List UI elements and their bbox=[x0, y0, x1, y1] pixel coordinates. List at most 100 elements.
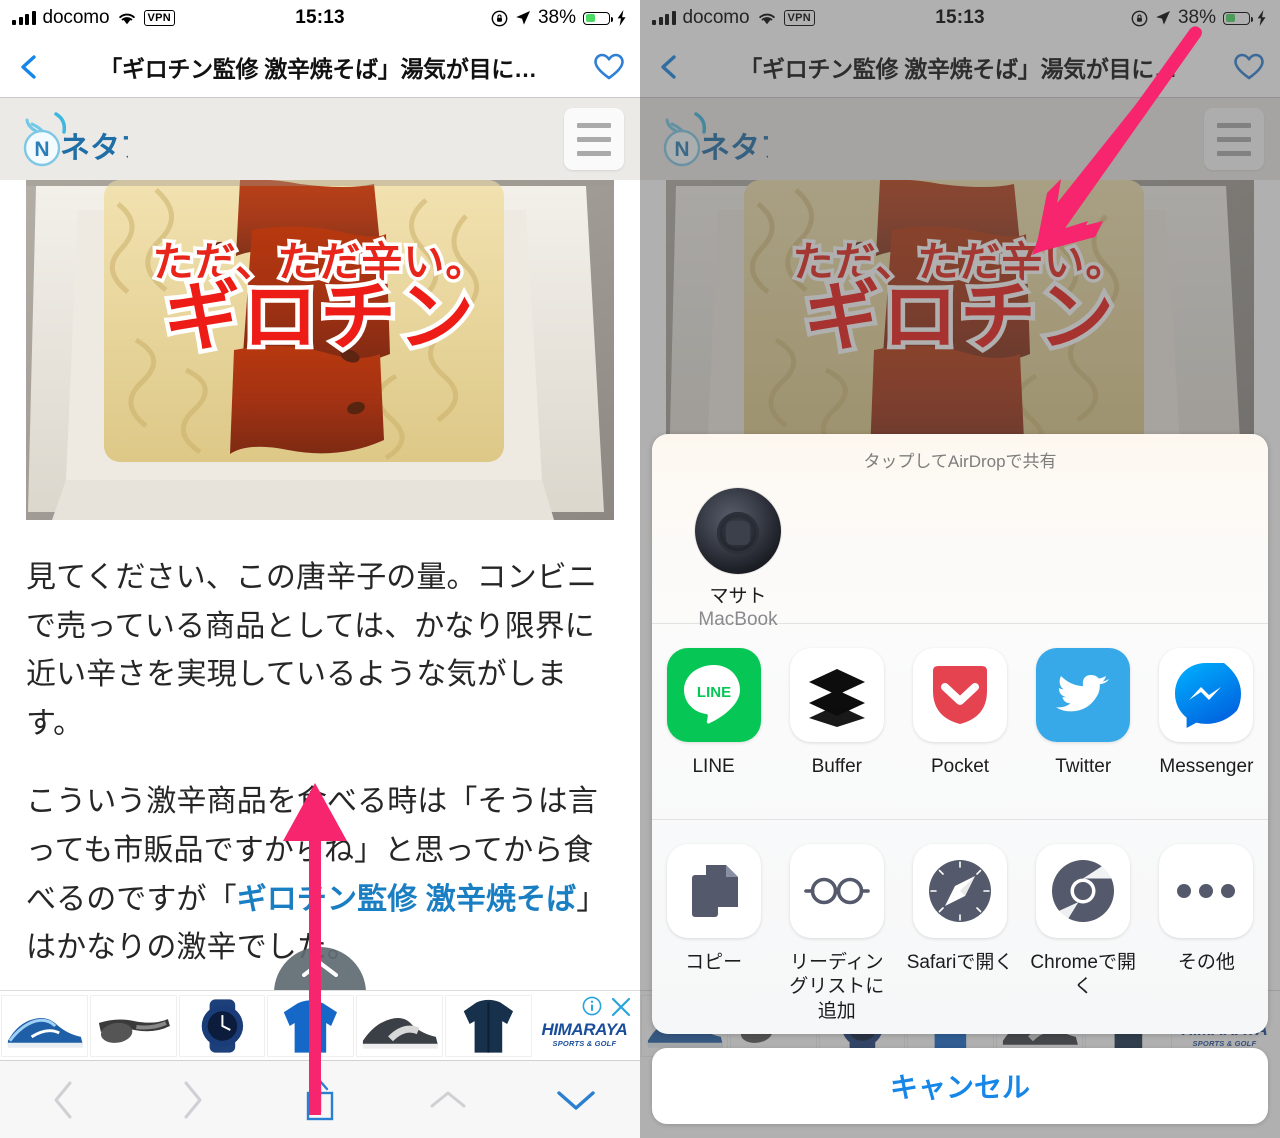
browser-toolbar bbox=[0, 1060, 640, 1138]
ad-product-thumb[interactable] bbox=[89, 994, 177, 1057]
toolbar-back-button[interactable] bbox=[0, 1061, 128, 1138]
screenshot-stage: docomo VPN 15:13 38% 「ギロチン監修 激辛焼そば」湯気が目に… bbox=[0, 0, 1280, 1138]
airdrop-device-model: MacBook bbox=[698, 609, 778, 630]
share-app-label: Messenger bbox=[1159, 756, 1254, 777]
share-sheet: タップしてAirDropで共有 マサト MacBook LINE LINE Bu… bbox=[652, 434, 1268, 1034]
airdrop-section: マサト MacBook bbox=[652, 474, 1268, 630]
carrier-label: docomo bbox=[42, 7, 110, 28]
share-app-pocket[interactable]: Pocket bbox=[898, 648, 1021, 779]
airdrop-title: タップしてAirDropで共有 bbox=[863, 452, 1057, 471]
back-chevron-icon bbox=[54, 1081, 72, 1118]
netafull-logo-icon: N ネタフル bbox=[23, 112, 128, 167]
share-action-copy[interactable]: コピー bbox=[652, 844, 775, 975]
cancel-button[interactable]: キャンセル bbox=[652, 1048, 1268, 1124]
copy-glyph bbox=[691, 865, 738, 917]
left-phone-screen: docomo VPN 15:13 38% 「ギロチン監修 激辛焼そば」湯気が目に… bbox=[0, 0, 640, 1138]
ad-brand-tagline: SPORTS & GOLF bbox=[552, 1038, 617, 1048]
hero-caption-main: ギロチン bbox=[160, 273, 479, 362]
safari-icon bbox=[913, 844, 1007, 938]
ad-product-thumb[interactable] bbox=[1, 994, 88, 1057]
share-app-twitter[interactable]: Twitter bbox=[1022, 648, 1145, 779]
share-action-label: コピー bbox=[685, 952, 743, 973]
ad-product-thumb[interactable] bbox=[178, 994, 266, 1057]
vpn-badge: VPN bbox=[143, 10, 176, 26]
location-arrow-icon bbox=[516, 11, 530, 25]
menu-line bbox=[577, 136, 611, 142]
ad-product-thumb[interactable] bbox=[267, 994, 355, 1057]
article-hero-image: ただ、ただ辛い。 ギロチン bbox=[26, 180, 614, 520]
share-app-label: Buffer bbox=[811, 756, 862, 777]
chrome-glyph bbox=[1052, 860, 1115, 922]
copy-icon bbox=[666, 844, 761, 938]
page-title: 「ギロチン監修 激辛焼そば」湯気が目に… bbox=[99, 55, 537, 82]
signal-bars-icon bbox=[12, 10, 36, 25]
more-dots-glyph bbox=[1177, 884, 1236, 898]
back-chevron-icon[interactable] bbox=[16, 54, 42, 80]
pocket-glyph bbox=[933, 666, 987, 724]
heart-icon[interactable] bbox=[594, 52, 624, 82]
toolbar-forward-button[interactable] bbox=[128, 1061, 256, 1138]
charging-bolt-icon bbox=[617, 10, 626, 26]
line-icon: LINE bbox=[666, 648, 761, 742]
messenger-icon bbox=[1159, 648, 1254, 742]
airdrop-device-avatar bbox=[695, 488, 781, 574]
share-icon bbox=[306, 1079, 334, 1120]
svg-text:ネタフル: ネタフル bbox=[60, 132, 128, 165]
status-bar-right: 38% bbox=[491, 7, 626, 29]
glasses-icon bbox=[789, 844, 884, 938]
menu-line bbox=[577, 122, 611, 128]
ad-brand[interactable]: HIMARAYA SPORTS & GOLF bbox=[532, 991, 640, 1060]
share-app-label: Pocket bbox=[930, 756, 990, 777]
ad-banner[interactable]: HIMARAYA SPORTS & GOLF bbox=[0, 990, 640, 1060]
airdrop-device[interactable]: マサト MacBook bbox=[686, 488, 790, 631]
share-app-messenger[interactable]: Messenger bbox=[1145, 648, 1268, 779]
menu-line bbox=[577, 150, 611, 156]
svg-text:LINE: LINE bbox=[697, 684, 731, 701]
battery-icon bbox=[583, 11, 613, 25]
battery-percent-label: 38% bbox=[537, 7, 576, 28]
share-apps-row: LINE LINE Buffer Pocket Twitter Messenge… bbox=[652, 624, 1268, 820]
rotation-lock-icon bbox=[491, 10, 508, 26]
right-phone-screen: docomo VPN 15:13 38% 「ギロチン監修 激辛焼そば」湯気が目に… bbox=[640, 0, 1280, 1138]
share-actions-row: コピー リーディングリストに追加 Safariで開く Chromeで開く その他 bbox=[652, 820, 1268, 1022]
article-paragraph-1: 見てください、この唐辛子の量。コンビニで売っている商品としては、かなり限界に近い… bbox=[26, 561, 597, 740]
messenger-glyph bbox=[1175, 663, 1242, 728]
pocket-icon bbox=[913, 648, 1007, 742]
ad-brand-name: HIMARAYA bbox=[541, 1019, 628, 1039]
safari-glyph bbox=[929, 860, 991, 922]
ad-info-icon[interactable] bbox=[582, 996, 602, 1016]
ad-close-icon[interactable] bbox=[610, 996, 632, 1018]
buffer-glyph bbox=[808, 669, 865, 727]
ad-product-thumb[interactable] bbox=[444, 994, 532, 1057]
article-inline-link[interactable]: ギロチン監修 激辛焼そば bbox=[237, 883, 577, 916]
share-action-more[interactable]: その他 bbox=[1145, 844, 1268, 975]
share-app-buffer[interactable]: Buffer bbox=[775, 648, 898, 779]
site-logo[interactable]: N ネタフル bbox=[16, 108, 128, 170]
chevron-up-icon bbox=[430, 1091, 466, 1107]
sneaker-grey-icon bbox=[363, 1017, 439, 1049]
toolbar-tabs-button[interactable] bbox=[512, 1061, 640, 1138]
share-app-label: Twitter bbox=[1055, 756, 1112, 777]
toolbar-bookmarks-button[interactable] bbox=[384, 1061, 512, 1138]
chrome-icon bbox=[1036, 844, 1131, 938]
buffer-icon bbox=[789, 648, 884, 742]
chevron-down-icon bbox=[557, 1090, 595, 1110]
share-action-label: リーディングリストに追加 bbox=[789, 952, 885, 1022]
blue-jacket-icon bbox=[284, 999, 338, 1053]
toolbar-share-button[interactable] bbox=[256, 1061, 384, 1138]
status-bar-left: docomo VPN bbox=[12, 7, 176, 29]
share-app-line[interactable]: LINE LINE bbox=[652, 648, 775, 779]
share-action-open-safari[interactable]: Safariで開く bbox=[898, 844, 1021, 975]
share-action-open-chrome[interactable]: Chromeで開く bbox=[1022, 844, 1145, 1000]
menu-button[interactable] bbox=[564, 108, 624, 170]
article-body: 見てください、この唐辛子の量。コンビニで売っている商品としては、かなり限界に近い… bbox=[0, 520, 640, 973]
share-action-reading-list[interactable]: リーディングリストに追加 bbox=[775, 844, 898, 1024]
more-dots-icon bbox=[1159, 844, 1254, 938]
nav-bar: 「ギロチン監修 激辛焼そば」湯気が目に… bbox=[0, 36, 640, 98]
ad-product-thumb[interactable] bbox=[356, 994, 443, 1057]
share-app-label: LINE bbox=[692, 756, 735, 777]
share-action-label: その他 bbox=[1177, 952, 1235, 973]
article-paragraph-2: こういう激辛商品を食べる時は「そうは言っても市販品ですからね」と思ってから食べる… bbox=[26, 778, 614, 972]
glasses-glyph bbox=[803, 877, 870, 905]
share-action-label: Chromeで開く bbox=[1030, 952, 1136, 998]
